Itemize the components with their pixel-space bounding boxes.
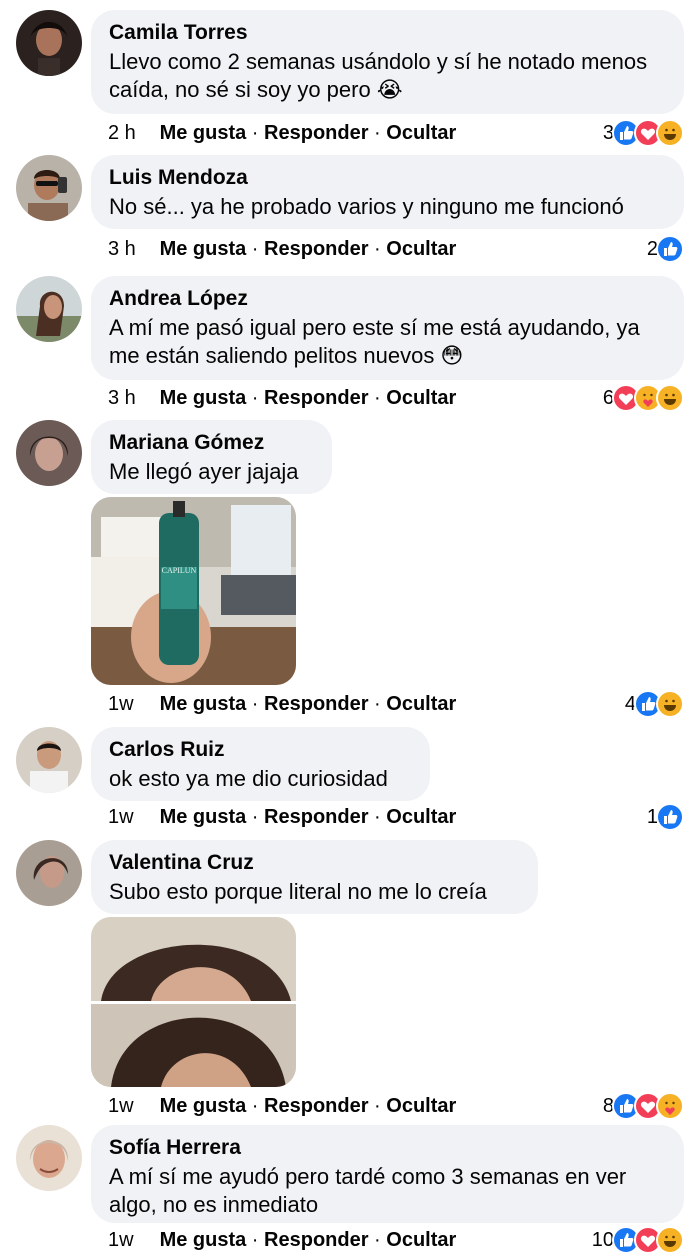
comment-bubble: Luis Mendoza No sé... ya he probado vari…	[91, 155, 684, 229]
avatar[interactable]	[16, 155, 82, 221]
reply-link[interactable]: Responder	[264, 1229, 368, 1251]
timestamp[interactable]: 3 h	[108, 386, 154, 410]
comment-actions: 1w Me gusta · Responder · Ocultar	[108, 1228, 457, 1252]
reaction-summary[interactable]: 2	[647, 235, 684, 263]
timestamp[interactable]: 1w	[108, 1228, 154, 1252]
like-link[interactable]: Me gusta	[160, 387, 247, 409]
avatar[interactable]	[16, 420, 82, 486]
avatar[interactable]	[16, 727, 82, 793]
comment-text: A mí me pasó igual pero este sí me está …	[109, 315, 640, 368]
comment-bubble: Valentina Cruz Subo esto porque literal …	[91, 840, 538, 914]
comment-bubble: Carlos Ruiz ok esto ya me dio curiosidad	[91, 727, 430, 801]
author-name[interactable]: Mariana Gómez	[109, 430, 314, 456]
like-link[interactable]: Me gusta	[160, 238, 247, 260]
comment-text: Subo esto porque literal no me lo creía	[109, 879, 487, 904]
timestamp[interactable]: 3 h	[108, 237, 154, 261]
like-link[interactable]: Me gusta	[160, 693, 247, 715]
comment-actions: 1w Me gusta · Responder · Ocultar	[108, 692, 457, 716]
hide-link[interactable]: Ocultar	[386, 387, 456, 409]
reaction-summary[interactable]: 10	[591, 1226, 684, 1254]
like-link[interactable]: Me gusta	[160, 806, 247, 828]
avatar[interactable]	[16, 840, 82, 906]
comment-actions: 1w Me gusta · Responder · Ocultar	[108, 805, 457, 829]
comment-actions: 1w Me gusta · Responder · Ocultar	[108, 1094, 457, 1118]
hide-link[interactable]: Ocultar	[386, 693, 456, 715]
comment-bubble: Sofía Herrera A mí sí me ayudó pero tard…	[91, 1125, 684, 1223]
like-icon	[656, 235, 684, 263]
comment-photo[interactable]	[91, 917, 296, 1087]
timestamp[interactable]: 1w	[108, 1094, 154, 1118]
hide-link[interactable]: Ocultar	[386, 1229, 456, 1251]
reply-link[interactable]: Responder	[264, 122, 368, 144]
reaction-summary[interactable]: 3	[603, 119, 684, 147]
reply-link[interactable]: Responder	[264, 238, 368, 260]
avatar[interactable]	[16, 10, 82, 76]
care-icon	[656, 1092, 684, 1120]
comment-actions: 3 h Me gusta · Responder · Ocultar	[108, 386, 457, 410]
comment-text: Llevo como 2 semanas usándolo y sí he no…	[109, 49, 648, 102]
comment-photo[interactable]: CAPILUN	[91, 497, 296, 685]
timestamp[interactable]: 1w	[108, 805, 154, 829]
author-name[interactable]: Sofía Herrera	[109, 1135, 666, 1161]
product-label: CAPILUN	[162, 566, 197, 575]
comment-text: No sé... ya he probado varios y ninguno …	[109, 194, 624, 219]
comment-bubble: Mariana Gómez Me llegó ayer jajaja	[91, 420, 332, 494]
reply-link[interactable]: Responder	[264, 693, 368, 715]
haha-icon	[656, 1226, 684, 1254]
comment-actions: 3 h Me gusta · Responder · Ocultar	[108, 237, 457, 261]
comment-actions: 2 h Me gusta · Responder · Ocultar	[108, 121, 457, 145]
avatar[interactable]	[16, 276, 82, 342]
like-link[interactable]: Me gusta	[160, 1229, 247, 1251]
hide-link[interactable]: Ocultar	[386, 122, 456, 144]
avatar[interactable]	[16, 1125, 82, 1191]
comment-bubble: Camila Torres Llevo como 2 semanas usánd…	[91, 10, 684, 114]
author-name[interactable]: Luis Mendoza	[109, 165, 666, 191]
author-name[interactable]: Andrea López	[109, 286, 666, 312]
like-icon	[656, 803, 684, 831]
like-link[interactable]: Me gusta	[160, 122, 247, 144]
timestamp[interactable]: 2 h	[108, 121, 154, 145]
reply-link[interactable]: Responder	[264, 387, 368, 409]
reply-link[interactable]: Responder	[264, 1095, 368, 1117]
author-name[interactable]: Camila Torres	[109, 20, 666, 46]
hide-link[interactable]: Ocultar	[386, 1095, 456, 1117]
timestamp[interactable]: 1w	[108, 692, 154, 716]
author-name[interactable]: Carlos Ruiz	[109, 737, 412, 763]
hide-link[interactable]: Ocultar	[386, 238, 456, 260]
comment-bubble: Andrea López A mí me pasó igual pero est…	[91, 276, 684, 380]
haha-icon	[656, 384, 684, 412]
reaction-summary[interactable]: 1	[647, 803, 684, 831]
reaction-summary[interactable]: 6	[603, 384, 684, 412]
haha-icon	[656, 119, 684, 147]
like-link[interactable]: Me gusta	[160, 1095, 247, 1117]
reaction-summary[interactable]: 4	[625, 690, 684, 718]
comment-text: A mí sí me ayudó pero tardé como 3 seman…	[109, 1164, 627, 1217]
hide-link[interactable]: Ocultar	[386, 806, 456, 828]
author-name[interactable]: Valentina Cruz	[109, 850, 520, 876]
reaction-summary[interactable]: 8	[603, 1092, 684, 1120]
reply-link[interactable]: Responder	[264, 806, 368, 828]
comment-text: ok esto ya me dio curiosidad	[109, 766, 388, 791]
haha-icon	[656, 690, 684, 718]
reaction-count: 10	[591, 1228, 614, 1251]
comment-text: Me llegó ayer jajaja	[109, 459, 299, 484]
